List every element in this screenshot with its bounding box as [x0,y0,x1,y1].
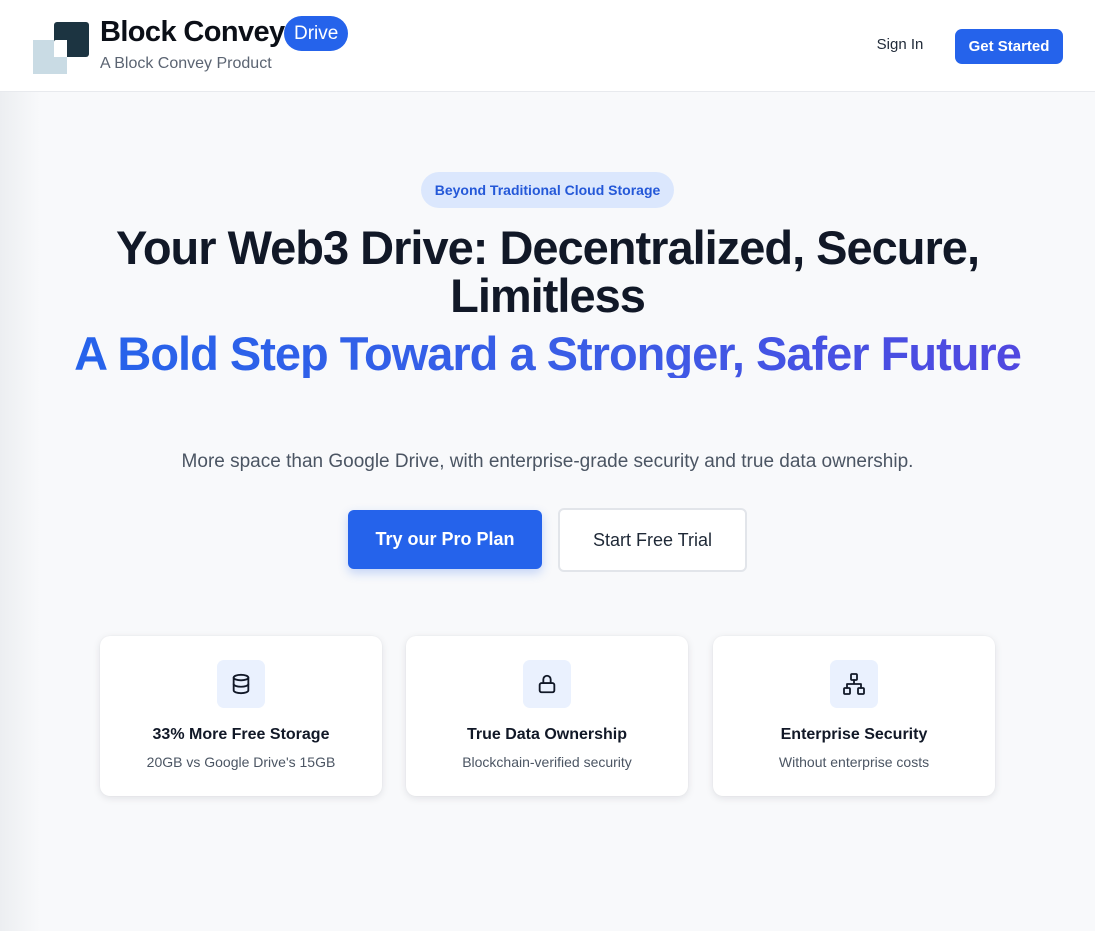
feature-title: True Data Ownership [466,726,628,743]
try-pro-plan-button[interactable]: Try our Pro Plan [348,510,542,569]
get-started-button[interactable]: Get Started [955,29,1063,64]
brand-logo-icon[interactable] [33,22,89,74]
feature-card-security: Enterprise Security Without enterprise c… [713,636,995,796]
feature-title: 33% More Free Storage [152,726,330,743]
product-badge: Drive [284,16,349,51]
brand-tagline: A Block Convey Product [100,55,272,72]
feature-description: Blockchain-verified security [462,754,632,770]
hero-pill-badge: Beyond Traditional Cloud Storage [421,172,674,208]
feature-title: Enterprise Security [780,726,928,743]
brand-name[interactable]: Block Convey [100,16,285,49]
feature-card-ownership: True Data Ownership Blockchain-verified … [406,636,688,796]
sign-in-link[interactable]: Sign In [862,36,938,53]
feature-description: 20GB vs Google Drive's 15GB [146,754,336,770]
hero-headline: Your Web3 Drive: Decentralized, Secure, … [115,221,980,322]
network-icon [830,660,878,708]
feature-card-storage: 33% More Free Storage 20GB vs Google Dri… [100,636,382,796]
database-icon [217,660,265,708]
hero-description: More space than Google Drive, with enter… [181,451,914,472]
page-edge-shade [0,92,40,931]
lock-icon [523,660,571,708]
start-free-trial-button[interactable]: Start Free Trial [558,508,747,572]
hero-subheadline: A Bold Step Toward a Stronger, Safer Fut… [60,330,1035,378]
top-navbar: Block Convey Drive A Block Convey Produc… [0,0,1095,92]
feature-description: Without enterprise costs [778,754,930,770]
